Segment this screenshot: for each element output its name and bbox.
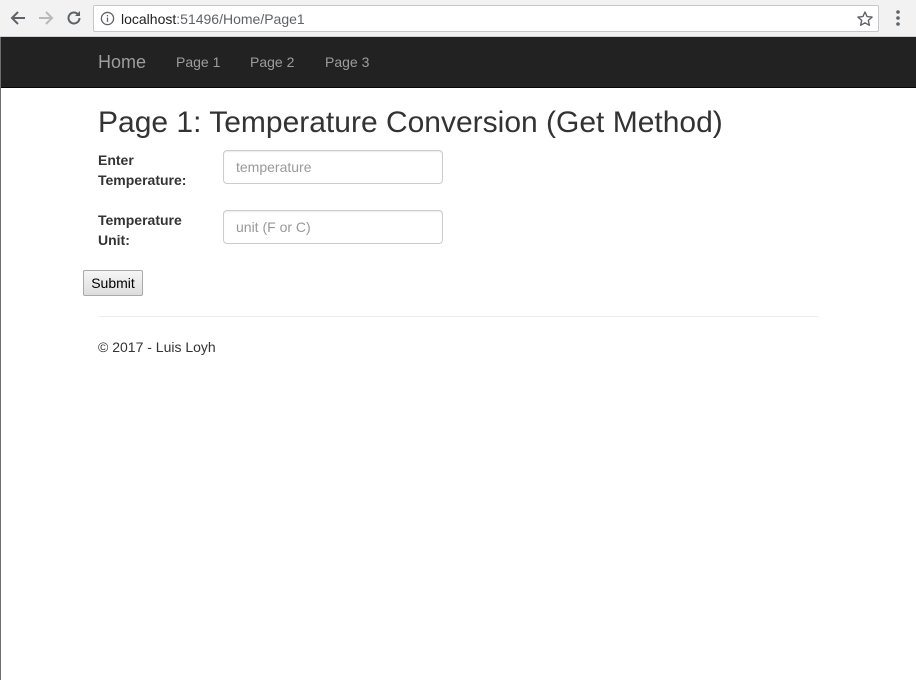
unit-input[interactable] bbox=[223, 210, 443, 244]
back-button[interactable] bbox=[6, 6, 30, 30]
footer-divider bbox=[98, 316, 818, 317]
unit-label-line1: Temperature bbox=[98, 212, 182, 228]
url-host: localhost bbox=[121, 11, 177, 27]
bookmark-star-icon[interactable] bbox=[856, 10, 874, 28]
nav-link-page-2[interactable]: Page 2 bbox=[250, 54, 294, 70]
nav-link-page-3[interactable]: Page 3 bbox=[325, 54, 369, 70]
page-title: Page 1: Temperature Conversion (Get Meth… bbox=[98, 106, 723, 139]
arrow-right-icon bbox=[39, 11, 54, 25]
site-navbar: Home Page 1 Page 2 Page 3 bbox=[0, 37, 916, 88]
footer-copyright: © 2017 - Luis Loyh bbox=[98, 339, 216, 355]
reload-icon bbox=[67, 11, 81, 25]
temperature-label-line1: Enter bbox=[98, 152, 134, 168]
unit-label: Temperature Unit: bbox=[98, 210, 208, 250]
url-path: :51496/Home/Page1 bbox=[176, 11, 305, 27]
temperature-label-line2: Temperature: bbox=[98, 172, 187, 188]
submit-button[interactable]: Submit bbox=[83, 270, 143, 296]
nav-link-page-1[interactable]: Page 1 bbox=[176, 54, 220, 70]
window-border bbox=[0, 37, 1, 680]
temperature-input[interactable] bbox=[223, 150, 443, 184]
info-icon[interactable] bbox=[100, 11, 115, 26]
url-text[interactable]: localhost:51496/Home/Page1 bbox=[121, 11, 305, 27]
unit-label-line2: Unit: bbox=[98, 232, 130, 248]
temperature-label: Enter Temperature: bbox=[98, 150, 208, 190]
menu-dots-icon[interactable] bbox=[889, 8, 907, 28]
arrow-left-icon bbox=[10, 11, 25, 25]
forward-button[interactable] bbox=[34, 6, 58, 30]
reload-button[interactable] bbox=[62, 6, 86, 30]
browser-toolbar: localhost:51496/Home/Page1 bbox=[0, 0, 916, 37]
address-bar[interactable]: localhost:51496/Home/Page1 bbox=[93, 5, 879, 32]
nav-brand-home[interactable]: Home bbox=[98, 52, 146, 72]
